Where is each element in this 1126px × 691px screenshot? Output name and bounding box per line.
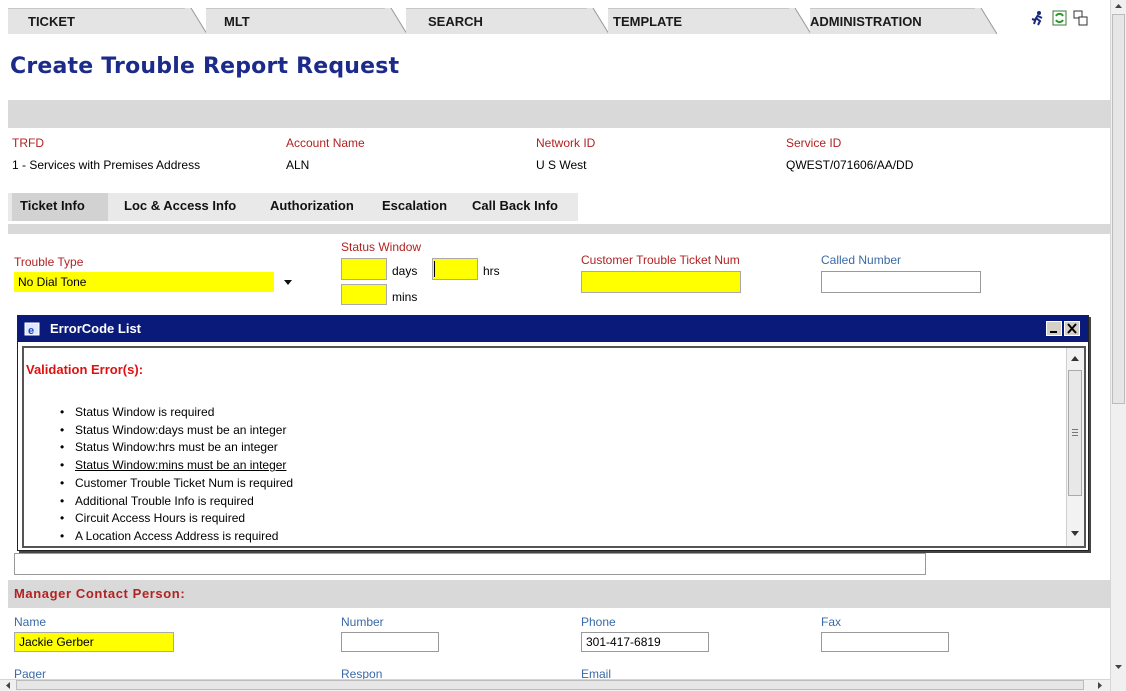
svg-text:e: e <box>28 325 34 337</box>
list-item[interactable]: Status Window:mins must be an integer <box>60 457 293 475</box>
trfd-label: TRFD <box>12 136 44 150</box>
trfd-value: 1 - Services with Premises Address <box>12 158 201 172</box>
dialog-title: ErrorCode List <box>50 321 142 336</box>
trouble-type-value: No Dial Tone <box>18 275 87 289</box>
trouble-type-select[interactable]: No Dial Tone <box>14 272 300 292</box>
scroll-down-icon <box>1071 531 1079 536</box>
list-item: Status Window is required <box>60 404 293 422</box>
account-name-value: ALN <box>286 158 310 172</box>
toolbar-icons <box>1027 10 1088 26</box>
manager-respon-label: Respon <box>341 667 383 679</box>
nav-tab-label: SEARCH <box>428 14 483 29</box>
scroll-up-icon <box>1071 356 1079 361</box>
tab-loc-access-info[interactable]: Loc & Access Info <box>124 198 236 213</box>
nav-tab-template[interactable]: TEMPLATE <box>608 8 790 34</box>
called-number-label: Called Number <box>821 253 902 267</box>
nav-tab-label: TEMPLATE <box>613 14 683 29</box>
service-id-value: QWEST/071606/AA/DD <box>786 158 914 172</box>
page-scroll-thumb[interactable] <box>1112 14 1125 404</box>
close-icon <box>1067 323 1077 334</box>
nav-tab-label: TICKET <box>28 14 75 29</box>
run-icon[interactable] <box>1030 10 1045 26</box>
customer-ticket-label: Customer Trouble Ticket Num <box>581 253 740 267</box>
chevron-down-icon[interactable] <box>280 274 296 290</box>
top-nav: TICKET MLT SEARCH TEMPLATE ADMINISTRATIO… <box>0 0 1110 34</box>
manager-phone-input[interactable]: 301-417-6819 <box>581 632 709 652</box>
page-horizontal-scrollbar[interactable] <box>0 679 1110 691</box>
close-button[interactable] <box>1064 321 1080 336</box>
cut-off-row: Pager Respon Email <box>0 664 1110 679</box>
subtab-band <box>8 224 1110 234</box>
dialog-scrollbar[interactable] <box>1066 348 1084 546</box>
list-item: Status Window:hrs must be an integer <box>60 439 293 457</box>
manager-name-value: Jackie Gerber <box>19 635 94 649</box>
tab-authorization[interactable]: Authorization <box>270 198 354 213</box>
error-dialog: e ErrorCode List Validation Error(s): St… <box>17 315 1089 551</box>
list-item: Additional Trouble Info is required <box>60 493 293 511</box>
nav-tab-ticket[interactable]: TICKET <box>8 8 186 34</box>
tab-call-back-info[interactable]: Call Back Info <box>472 198 558 213</box>
tab-ticket-info[interactable]: Ticket Info <box>20 198 85 213</box>
days-label: days <box>392 264 418 278</box>
manager-email-label: Email <box>581 667 612 679</box>
manager-fax-label: Fax <box>821 615 842 629</box>
scroll-down-icon <box>1115 665 1122 669</box>
nav-tab-label: MLT <box>224 14 250 29</box>
nav-tab-administration[interactable]: ADMINISTRATION <box>810 8 976 34</box>
scroll-right-icon <box>1098 682 1102 689</box>
hrs-input[interactable] <box>432 258 478 280</box>
tab-divider <box>385 8 407 34</box>
refresh-icon[interactable] <box>1052 10 1067 26</box>
nav-tab-mlt[interactable]: MLT <box>206 8 386 34</box>
additional-info-input[interactable] <box>14 553 926 575</box>
account-name-label: Account Name <box>286 136 365 150</box>
service-id-label: Service ID <box>786 136 842 150</box>
page-title: Create Trouble Report Request <box>10 54 400 79</box>
trouble-type-label: Trouble Type <box>14 255 84 269</box>
page-vertical-scrollbar[interactable] <box>1110 0 1126 691</box>
validation-errors-heading: Validation Error(s): <box>26 362 144 377</box>
manager-contact-heading: Manager Contact Person: <box>14 586 186 601</box>
manager-number-input[interactable] <box>341 632 439 652</box>
manager-pager-label: Pager <box>14 667 47 679</box>
days-input[interactable] <box>341 258 387 280</box>
manager-number-label: Number <box>341 615 384 629</box>
tab-divider <box>587 8 609 34</box>
manager-name-label: Name <box>14 615 47 629</box>
manager-phone-label: Phone <box>581 615 616 629</box>
status-window-label: Status Window <box>341 240 422 254</box>
customer-ticket-input[interactable] <box>581 271 741 293</box>
error-list: Status Window is required Status Window:… <box>60 404 293 546</box>
nav-tab-search[interactable]: SEARCH <box>406 8 588 34</box>
dialog-titlebar: e ErrorCode List <box>18 316 1088 342</box>
tab-divider <box>789 8 811 34</box>
window-icon[interactable] <box>1073 10 1088 26</box>
mins-input[interactable] <box>341 284 387 305</box>
tab-escalation[interactable]: Escalation <box>382 198 447 213</box>
tab-divider <box>185 8 207 34</box>
list-item: A Location Access Address is required <box>60 528 293 546</box>
dialog-body: Validation Error(s): Status Window is re… <box>22 346 1086 548</box>
nav-tab-label: ADMINISTRATION <box>810 14 922 29</box>
page-hscroll-thumb[interactable] <box>16 680 1084 690</box>
tab-divider <box>975 8 997 34</box>
list-item: Customer Trouble Ticket Num is required <box>60 475 293 493</box>
manager-fax-input[interactable] <box>821 632 949 652</box>
manager-name-input[interactable]: Jackie Gerber <box>14 632 174 652</box>
text-cursor <box>434 261 435 277</box>
list-item: Circuit Access Hours is required <box>60 510 293 528</box>
minimize-button[interactable] <box>1046 321 1062 336</box>
manager-phone-value: 301-417-6819 <box>586 635 661 649</box>
scroll-up-icon <box>1115 4 1122 8</box>
hrs-label: hrs <box>483 264 500 278</box>
called-number-input[interactable] <box>821 271 981 293</box>
ie-icon: e <box>24 321 40 337</box>
scroll-thumb[interactable] <box>1068 370 1082 496</box>
scroll-left-icon <box>6 682 10 689</box>
header-band <box>8 100 1110 128</box>
list-item: Status Window:days must be an integer <box>60 422 293 440</box>
network-id-label: Network ID <box>536 136 596 150</box>
mins-label: mins <box>392 290 418 304</box>
network-id-value: U S West <box>536 158 587 172</box>
